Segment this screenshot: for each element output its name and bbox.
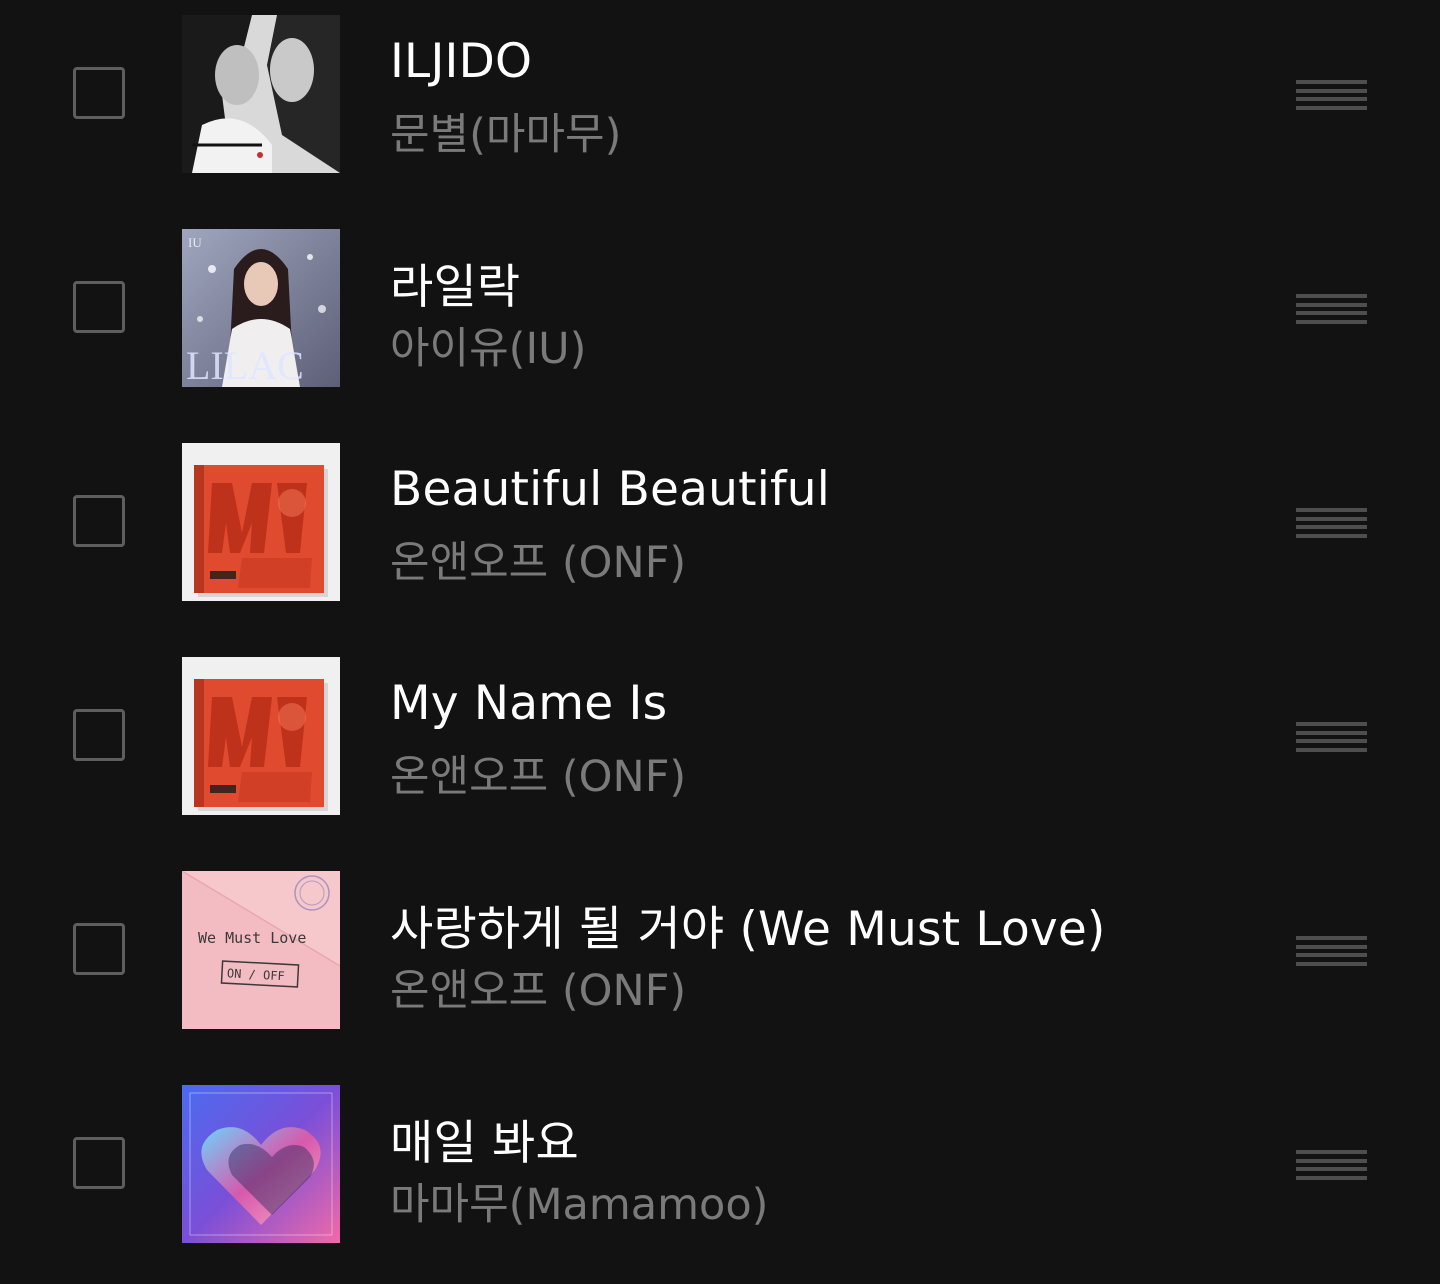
song-artist: 온앤오프 (ONF) <box>390 752 687 802</box>
song-row[interactable]: IU LILAC 라일락 아이유(IU) <box>0 214 1440 428</box>
lilac-title-text: LILAC <box>186 343 304 387</box>
album-art-onf-my-name-icon <box>182 657 340 815</box>
song-title: 라일락 <box>390 260 521 315</box>
song-row[interactable]: 매일 봐요 마마무(Mamamoo) <box>0 1070 1440 1284</box>
song-title: Beautiful Beautiful <box>390 462 830 517</box>
drag-handle-icon[interactable] <box>1296 1150 1367 1180</box>
album-art: We Must Love ON / OFF <box>182 871 340 1029</box>
select-checkbox[interactable] <box>73 495 125 547</box>
select-checkbox[interactable] <box>73 281 125 333</box>
drag-handle-icon[interactable] <box>1296 294 1367 324</box>
song-row[interactable]: Beautiful Beautiful 온앤오프 (ONF) <box>0 428 1440 642</box>
song-artist: 문별(마마무) <box>390 110 622 160</box>
song-title: 매일 봐요 <box>390 1116 579 1171</box>
song-artist: 온앤오프 (ONF) <box>390 538 687 588</box>
album-art <box>182 443 340 601</box>
select-checkbox[interactable] <box>73 67 125 119</box>
album-art-lilac-icon: IU LILAC <box>182 229 340 387</box>
drag-handle-icon[interactable] <box>1296 80 1367 110</box>
album-art-onf-my-name-icon <box>182 443 340 601</box>
lilac-artist-text: IU <box>188 235 202 250</box>
drag-handle-icon[interactable] <box>1296 722 1367 752</box>
song-artist: 마마무(Mamamoo) <box>390 1180 769 1230</box>
song-title: My Name Is <box>390 676 668 731</box>
album-art-we-must-love-icon: We Must Love ON / OFF <box>182 871 340 1029</box>
drag-handle-icon[interactable] <box>1296 936 1367 966</box>
select-checkbox[interactable] <box>73 923 125 975</box>
album-art <box>182 657 340 815</box>
select-checkbox[interactable] <box>73 1137 125 1189</box>
album-art: IU LILAC <box>182 229 340 387</box>
song-title: ILJIDO <box>390 34 533 89</box>
drag-handle-icon[interactable] <box>1296 508 1367 538</box>
album-art-iljido-icon <box>182 15 340 173</box>
song-row[interactable]: ILJIDO 문별(마마무) <box>0 0 1440 214</box>
song-artist: 아이유(IU) <box>390 324 587 374</box>
song-list: ILJIDO 문별(마마무) IU LILAC 라일락 아이유(IU) Beau… <box>0 0 1440 1270</box>
album-art <box>182 15 340 173</box>
song-title: 사랑하게 될 거야 (We Must Love) <box>390 902 1106 957</box>
song-artist: 온앤오프 (ONF) <box>390 966 687 1016</box>
song-row[interactable]: We Must Love ON / OFF 사랑하게 될 거야 (We Must… <box>0 856 1440 1070</box>
album-art <box>182 1085 340 1243</box>
we-must-love-art-title: We Must Love <box>198 929 306 947</box>
song-row[interactable]: My Name Is 온앤오프 (ONF) <box>0 642 1440 856</box>
select-checkbox[interactable] <box>73 709 125 761</box>
album-art-mamamoo-icon <box>182 1085 340 1243</box>
